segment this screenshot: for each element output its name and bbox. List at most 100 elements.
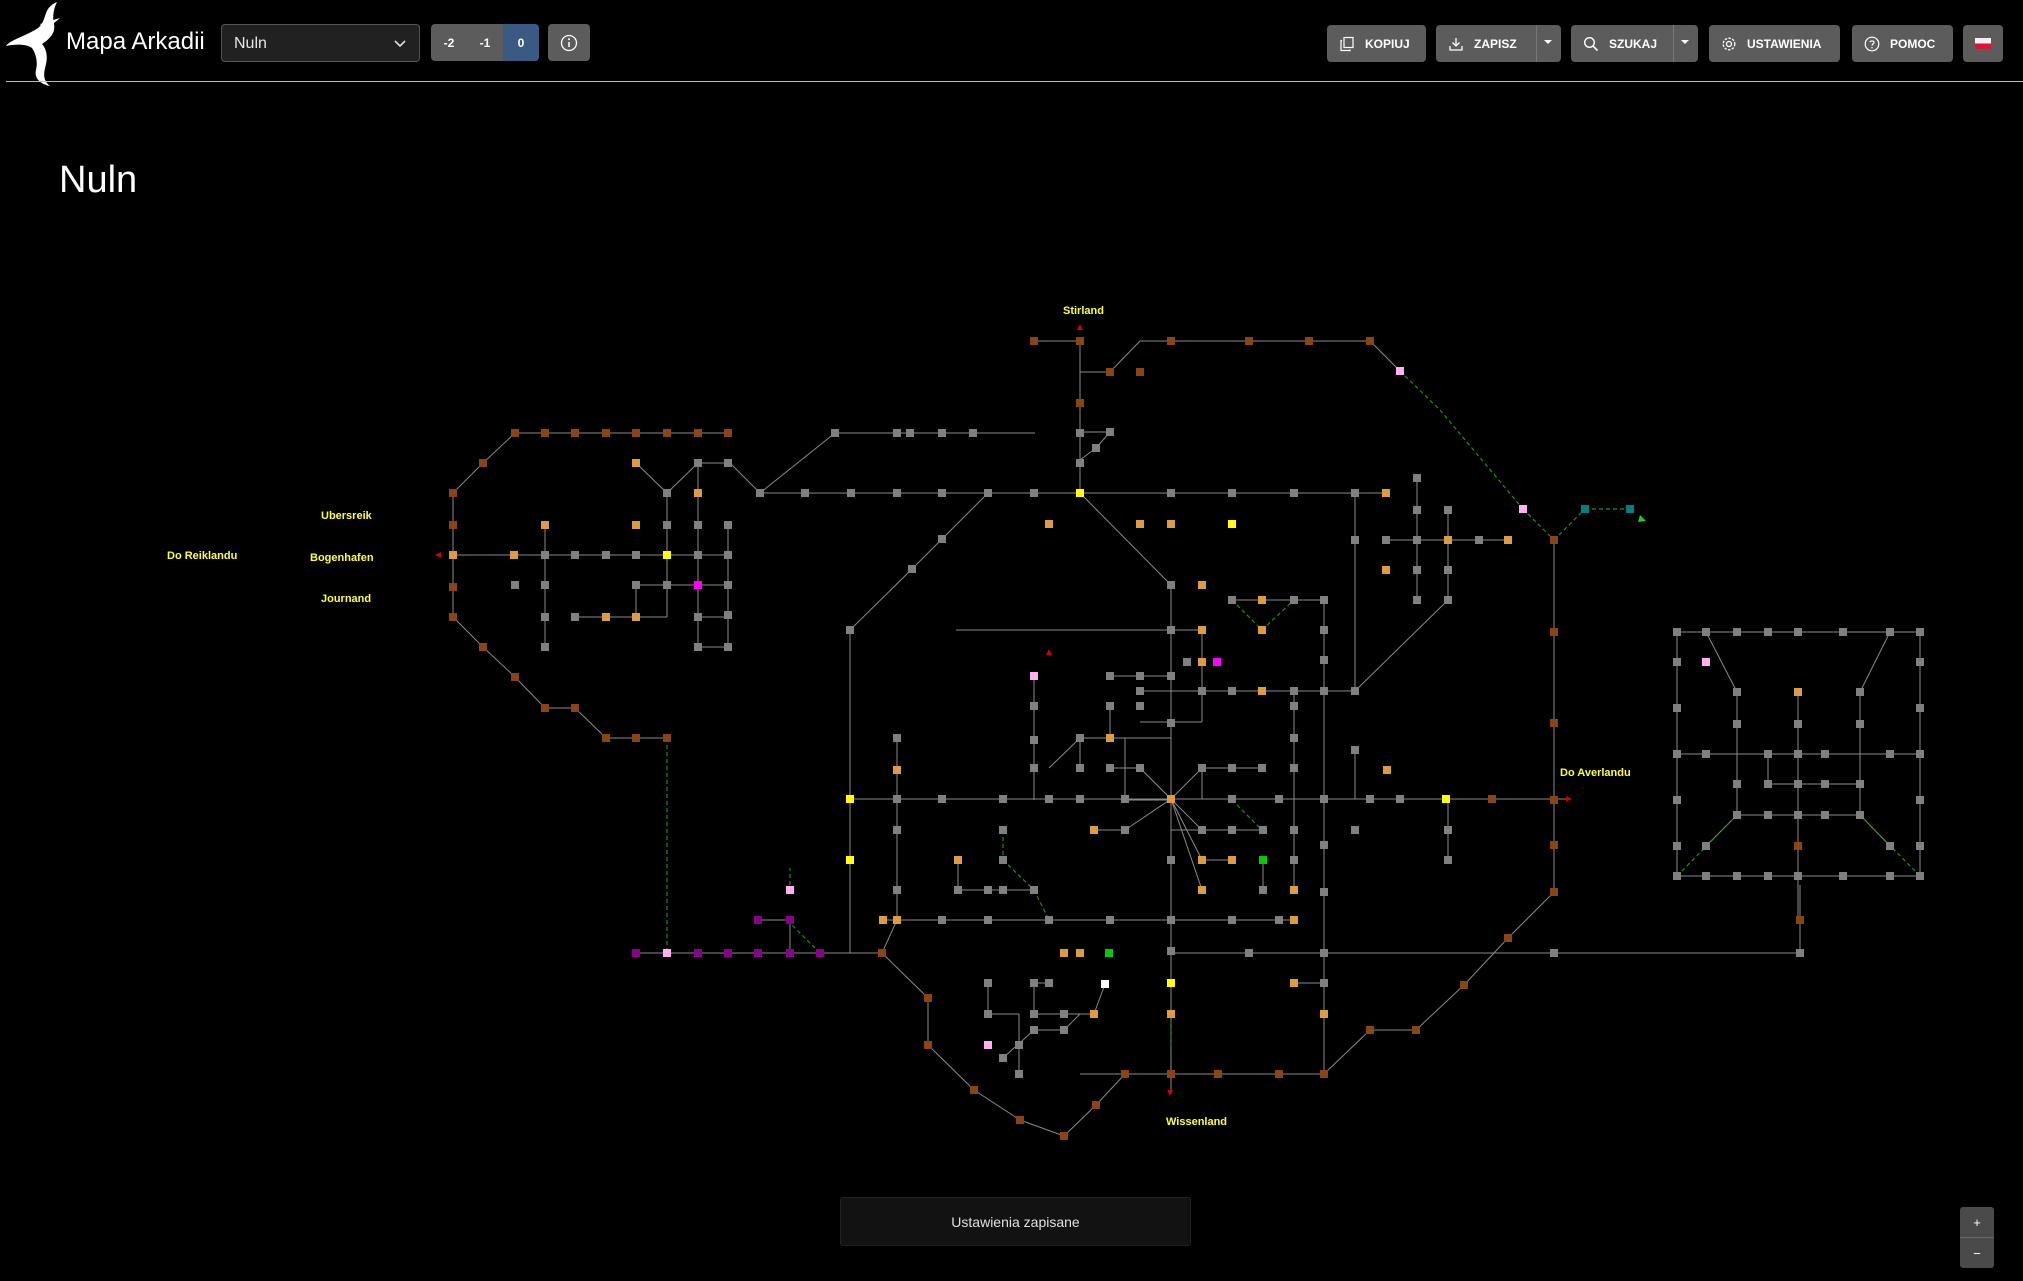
map-room[interactable]: [906, 429, 914, 437]
map-room[interactable]: [969, 429, 977, 437]
map-room[interactable]: [1504, 934, 1512, 942]
map-room[interactable]: [1702, 842, 1710, 850]
map-room[interactable]: [694, 949, 702, 957]
map-room[interactable]: [1673, 750, 1681, 758]
map-room[interactable]: [1794, 628, 1802, 636]
map-room[interactable]: [1916, 796, 1924, 804]
map-room[interactable]: [663, 734, 671, 742]
map-room[interactable]: [1060, 1026, 1068, 1034]
map-room[interactable]: [1060, 1132, 1068, 1140]
map-room[interactable]: [1444, 596, 1452, 604]
map-room[interactable]: [632, 949, 640, 957]
map-room[interactable]: [1076, 429, 1084, 437]
map-room[interactable]: [1305, 337, 1313, 345]
map-room[interactable]: [1413, 596, 1421, 604]
map-room[interactable]: [1351, 826, 1359, 834]
map-room[interactable]: [846, 626, 854, 634]
map-room[interactable]: [1076, 399, 1084, 407]
map-room[interactable]: [1015, 1070, 1023, 1078]
map-room[interactable]: [1733, 780, 1741, 788]
map-room[interactable]: [1444, 566, 1452, 574]
map-room[interactable]: [602, 734, 610, 742]
map-room[interactable]: [786, 886, 794, 894]
map-room[interactable]: [724, 581, 732, 589]
map-room[interactable]: [449, 613, 457, 621]
map-room[interactable]: [1733, 811, 1741, 819]
map-room[interactable]: [541, 704, 549, 712]
map-room[interactable]: [893, 886, 901, 894]
map-room[interactable]: [1290, 856, 1298, 864]
map-room[interactable]: [1320, 596, 1328, 604]
map-room[interactable]: [1488, 795, 1496, 803]
map-room[interactable]: [1320, 1010, 1328, 1018]
map-room[interactable]: [831, 429, 839, 437]
map-room[interactable]: [1121, 1070, 1129, 1078]
map-room[interactable]: [1886, 872, 1894, 880]
map-room[interactable]: [1076, 734, 1084, 742]
map-room[interactable]: [1764, 780, 1772, 788]
map-room[interactable]: [1794, 750, 1802, 758]
map-room[interactable]: [1045, 916, 1053, 924]
map-room[interactable]: [1092, 1101, 1100, 1109]
map-room[interactable]: [1290, 826, 1298, 834]
map-room[interactable]: [1090, 1010, 1098, 1018]
map-room[interactable]: [632, 459, 640, 467]
map-room[interactable]: [1320, 949, 1328, 957]
map-room[interactable]: [1030, 1026, 1038, 1034]
map-room[interactable]: [1258, 596, 1266, 604]
map-room[interactable]: [1382, 536, 1390, 544]
map-room[interactable]: [924, 994, 932, 1002]
map-room[interactable]: [1444, 506, 1452, 514]
map-room[interactable]: [999, 795, 1007, 803]
map-room[interactable]: [1167, 489, 1175, 497]
map-room[interactable]: [1796, 949, 1804, 957]
map-room[interactable]: [846, 795, 854, 803]
map-room[interactable]: [1045, 795, 1053, 803]
map-room[interactable]: [1030, 1010, 1038, 1018]
map-room[interactable]: [1366, 337, 1374, 345]
map-room[interactable]: [1673, 872, 1681, 880]
map-room[interactable]: [1475, 536, 1483, 544]
map-room[interactable]: [1198, 886, 1206, 894]
map-room[interactable]: [1550, 628, 1558, 636]
map-room[interactable]: [1290, 702, 1298, 710]
map-room[interactable]: [724, 643, 732, 651]
map-room[interactable]: [1916, 658, 1924, 666]
map-room[interactable]: [999, 886, 1007, 894]
map-room[interactable]: [1228, 856, 1236, 864]
map-room[interactable]: [1290, 596, 1298, 604]
map-room[interactable]: [663, 581, 671, 589]
map-room[interactable]: [1702, 658, 1710, 666]
map-room[interactable]: [541, 521, 549, 529]
map-room[interactable]: [754, 916, 762, 924]
map-room[interactable]: [632, 734, 640, 742]
map-room[interactable]: [694, 643, 702, 651]
map-room[interactable]: [694, 429, 702, 437]
map-room[interactable]: [1673, 628, 1681, 636]
map-room[interactable]: [1821, 750, 1829, 758]
map-room[interactable]: [1444, 856, 1452, 864]
map-room[interactable]: [1351, 489, 1359, 497]
map-room[interactable]: [1702, 750, 1710, 758]
map-room[interactable]: [663, 949, 671, 957]
map-room[interactable]: [1030, 764, 1038, 772]
map-room[interactable]: [1259, 886, 1267, 894]
map-room[interactable]: [1258, 626, 1266, 634]
map-room[interactable]: [1794, 688, 1802, 696]
map-room[interactable]: [1076, 764, 1084, 772]
map-room[interactable]: [1092, 444, 1100, 452]
map-room[interactable]: [1105, 949, 1113, 957]
map-room[interactable]: [1198, 764, 1206, 772]
map-room[interactable]: [1702, 872, 1710, 880]
map-room[interactable]: [984, 1010, 992, 1018]
map-room[interactable]: [1351, 687, 1359, 695]
map-room[interactable]: [1413, 474, 1421, 482]
map-room[interactable]: [970, 1086, 978, 1094]
map-room[interactable]: [571, 704, 579, 712]
map-room[interactable]: [1106, 916, 1114, 924]
map-room[interactable]: [694, 489, 702, 497]
map-room[interactable]: [1764, 811, 1772, 819]
map-room[interactable]: [1290, 764, 1298, 772]
map-room[interactable]: [1839, 872, 1847, 880]
map-room[interactable]: [1258, 764, 1266, 772]
